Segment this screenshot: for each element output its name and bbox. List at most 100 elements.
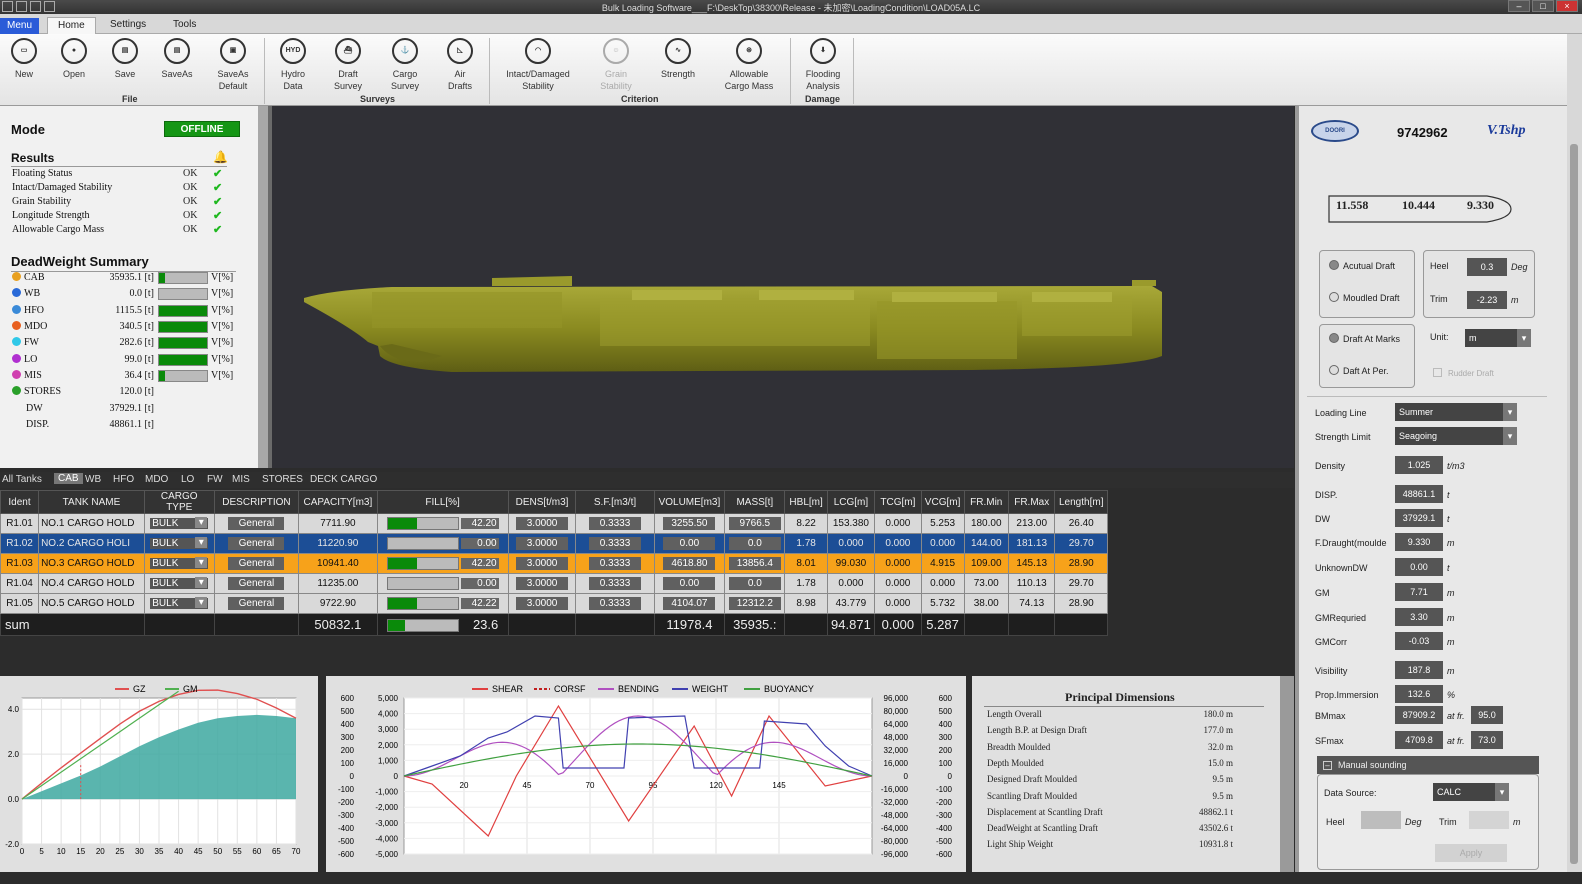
rudder-draft-checkbox[interactable]: Rudder Draft [1433, 368, 1494, 378]
table-row[interactable]: R1.05NO.5 CARGO HOLD BULK General 9722.90 42… [0, 593, 1108, 614]
allowable-cargo-mass-button[interactable]: ⊛ Allowable Cargo Mass [718, 38, 780, 92]
hydro-data-button[interactable]: HYD Hydro Data [267, 38, 319, 92]
tank-tab[interactable]: LO [181, 474, 194, 485]
save-button[interactable]: ▤ Save [99, 38, 151, 80]
moulded-draft-radio[interactable]: Moudled Draft [1329, 292, 1400, 303]
left-panel-scrollbar[interactable] [258, 106, 268, 468]
column-header[interactable]: FR.Max [1007, 490, 1056, 514]
column-header[interactable]: TANK NAME [38, 490, 145, 514]
tank-tab[interactable]: FW [207, 474, 223, 485]
vol-input[interactable]: 4618.80 [663, 557, 716, 570]
acutual-draft-radio[interactable]: Acutual Draft [1329, 260, 1395, 271]
description-button[interactable]: General [228, 517, 285, 530]
cargo-type-select[interactable]: BULK [150, 537, 209, 549]
heel-value[interactable]: 0.3 [1467, 258, 1507, 276]
mass-input[interactable]: 12312.2 [728, 597, 781, 610]
column-header[interactable]: DENS[t/m3] [507, 490, 577, 514]
draft-at-per-radio[interactable]: Daft At Per. [1329, 365, 1389, 376]
vol-input[interactable]: 0.00 [663, 537, 716, 550]
saveas-default-button[interactable]: ▣ SaveAs Default [207, 38, 259, 92]
description-button[interactable]: General [228, 577, 285, 590]
flooding-analysis-button[interactable]: ⬇ Flooding Analysis [797, 38, 849, 92]
sf-input[interactable]: 0.3333 [589, 517, 641, 530]
bell-icon[interactable]: 🔔 [213, 150, 228, 164]
mass-input[interactable]: 13856.4 [728, 557, 781, 570]
manual-sounding-header[interactable]: – Manual sounding [1317, 756, 1539, 774]
vol-input[interactable]: 0.00 [663, 577, 716, 590]
data-source-select[interactable]: CALC [1433, 783, 1509, 801]
grain-stability-button[interactable]: ☺ Grain Stability [590, 38, 642, 92]
close-button[interactable]: × [1556, 0, 1578, 12]
main-scrollbar[interactable] [1567, 34, 1582, 884]
trim-value[interactable]: -2.23 [1467, 291, 1507, 309]
dens-input[interactable]: 3.0000 [516, 577, 569, 590]
column-header[interactable]: MASS[t] [724, 490, 786, 514]
fill-value[interactable]: 42.20 [460, 558, 499, 570]
cargo-type-select[interactable]: BULK [150, 597, 209, 609]
manual-trim-input[interactable] [1469, 811, 1509, 829]
minimize-button[interactable]: – [1508, 0, 1530, 12]
cargo-survey-button[interactable]: ⚓ Cargo Survey [379, 38, 431, 92]
sf-input[interactable]: 0.3333 [589, 597, 641, 610]
sf-input[interactable]: 0.3333 [589, 577, 641, 590]
strength-button[interactable]: ∿ Strength [652, 38, 704, 80]
tank-tab[interactable]: DECK CARGO [310, 474, 377, 485]
loading-line-select[interactable]: Summer [1395, 403, 1517, 421]
column-header[interactable]: CARGO TYPE [143, 490, 215, 514]
description-button[interactable]: General [228, 597, 285, 610]
saveas-button[interactable]: ▤ SaveAs [151, 38, 203, 80]
tab-home[interactable]: Home [47, 17, 96, 34]
dens-input[interactable]: 3.0000 [516, 517, 569, 530]
draft-survey-button[interactable]: ⛴ Draft Survey [322, 38, 374, 92]
fill-bar[interactable] [386, 597, 459, 610]
mass-input[interactable]: 0.0 [728, 537, 781, 550]
fill-bar[interactable] [386, 577, 459, 590]
apply-button[interactable]: Apply [1435, 844, 1507, 862]
dens-input[interactable]: 3.0000 [516, 597, 569, 610]
tank-tab[interactable]: MDO [145, 474, 168, 485]
cargo-type-select[interactable]: BULK [150, 557, 209, 569]
table-row[interactable]: R1.02NO.2 CARGO HOLI BULK General 11220.90 0… [0, 533, 1108, 554]
column-header[interactable]: FR.Min [963, 490, 1009, 514]
fill-bar[interactable] [386, 557, 459, 570]
fill-value[interactable]: 42.20 [460, 518, 499, 530]
column-header[interactable]: Ident [0, 490, 40, 514]
fill-bar[interactable] [386, 517, 459, 530]
open-button[interactable]: ● Open [48, 38, 100, 80]
maximize-button[interactable]: □ [1532, 0, 1554, 12]
manual-heel-input[interactable] [1361, 811, 1401, 829]
cargo-type-select[interactable]: BULK [150, 517, 209, 529]
column-header[interactable]: LCG[m] [826, 490, 876, 514]
fill-value[interactable]: 0.00 [460, 538, 499, 550]
fill-value[interactable]: 0.00 [460, 578, 499, 590]
column-header[interactable]: Length[m] [1054, 490, 1108, 514]
dens-input[interactable]: 3.0000 [516, 537, 569, 550]
column-header[interactable]: HBL[m] [784, 490, 828, 514]
column-header[interactable]: FILL[%] [376, 490, 509, 514]
column-header[interactable]: CAPACITY[m3] [298, 490, 378, 514]
draft-at-marks-radio[interactable]: Draft At Marks [1329, 333, 1400, 344]
unit-select[interactable]: m [1465, 329, 1531, 347]
tank-tab[interactable]: STORES [262, 474, 303, 485]
tank-tab[interactable]: All Tanks [2, 474, 42, 485]
tank-tab[interactable]: CAB [54, 473, 83, 484]
vol-input[interactable]: 4104.07 [663, 597, 716, 610]
tab-settings[interactable]: Settings [100, 17, 156, 34]
tank-tab[interactable]: HFO [113, 474, 134, 485]
table-row[interactable]: R1.01NO.1 CARGO HOLD BULK General 7711.90 42… [0, 513, 1108, 534]
mass-input[interactable]: 9766.5 [728, 517, 781, 530]
column-header[interactable]: TCG[m] [874, 490, 922, 514]
fill-bar[interactable] [386, 537, 459, 550]
column-header[interactable]: VOLUME[m3] [653, 490, 726, 514]
tab-tools[interactable]: Tools [163, 17, 206, 34]
vol-input[interactable]: 3255.50 [663, 517, 716, 530]
sf-input[interactable]: 0.3333 [589, 537, 641, 550]
sf-input[interactable]: 0.3333 [589, 557, 641, 570]
column-header[interactable]: DESCRIPTION [213, 490, 300, 514]
menu-tab[interactable]: Menu [0, 18, 40, 35]
strength-limit-select[interactable]: Seagoing [1395, 427, 1517, 445]
hull-3d-view[interactable] [272, 106, 1294, 468]
intact-damaged-stability-button[interactable]: ◠ Intact/Damaged Stability [500, 38, 576, 92]
mass-input[interactable]: 0.0 [728, 577, 781, 590]
column-header[interactable]: VCG[m] [920, 490, 965, 514]
